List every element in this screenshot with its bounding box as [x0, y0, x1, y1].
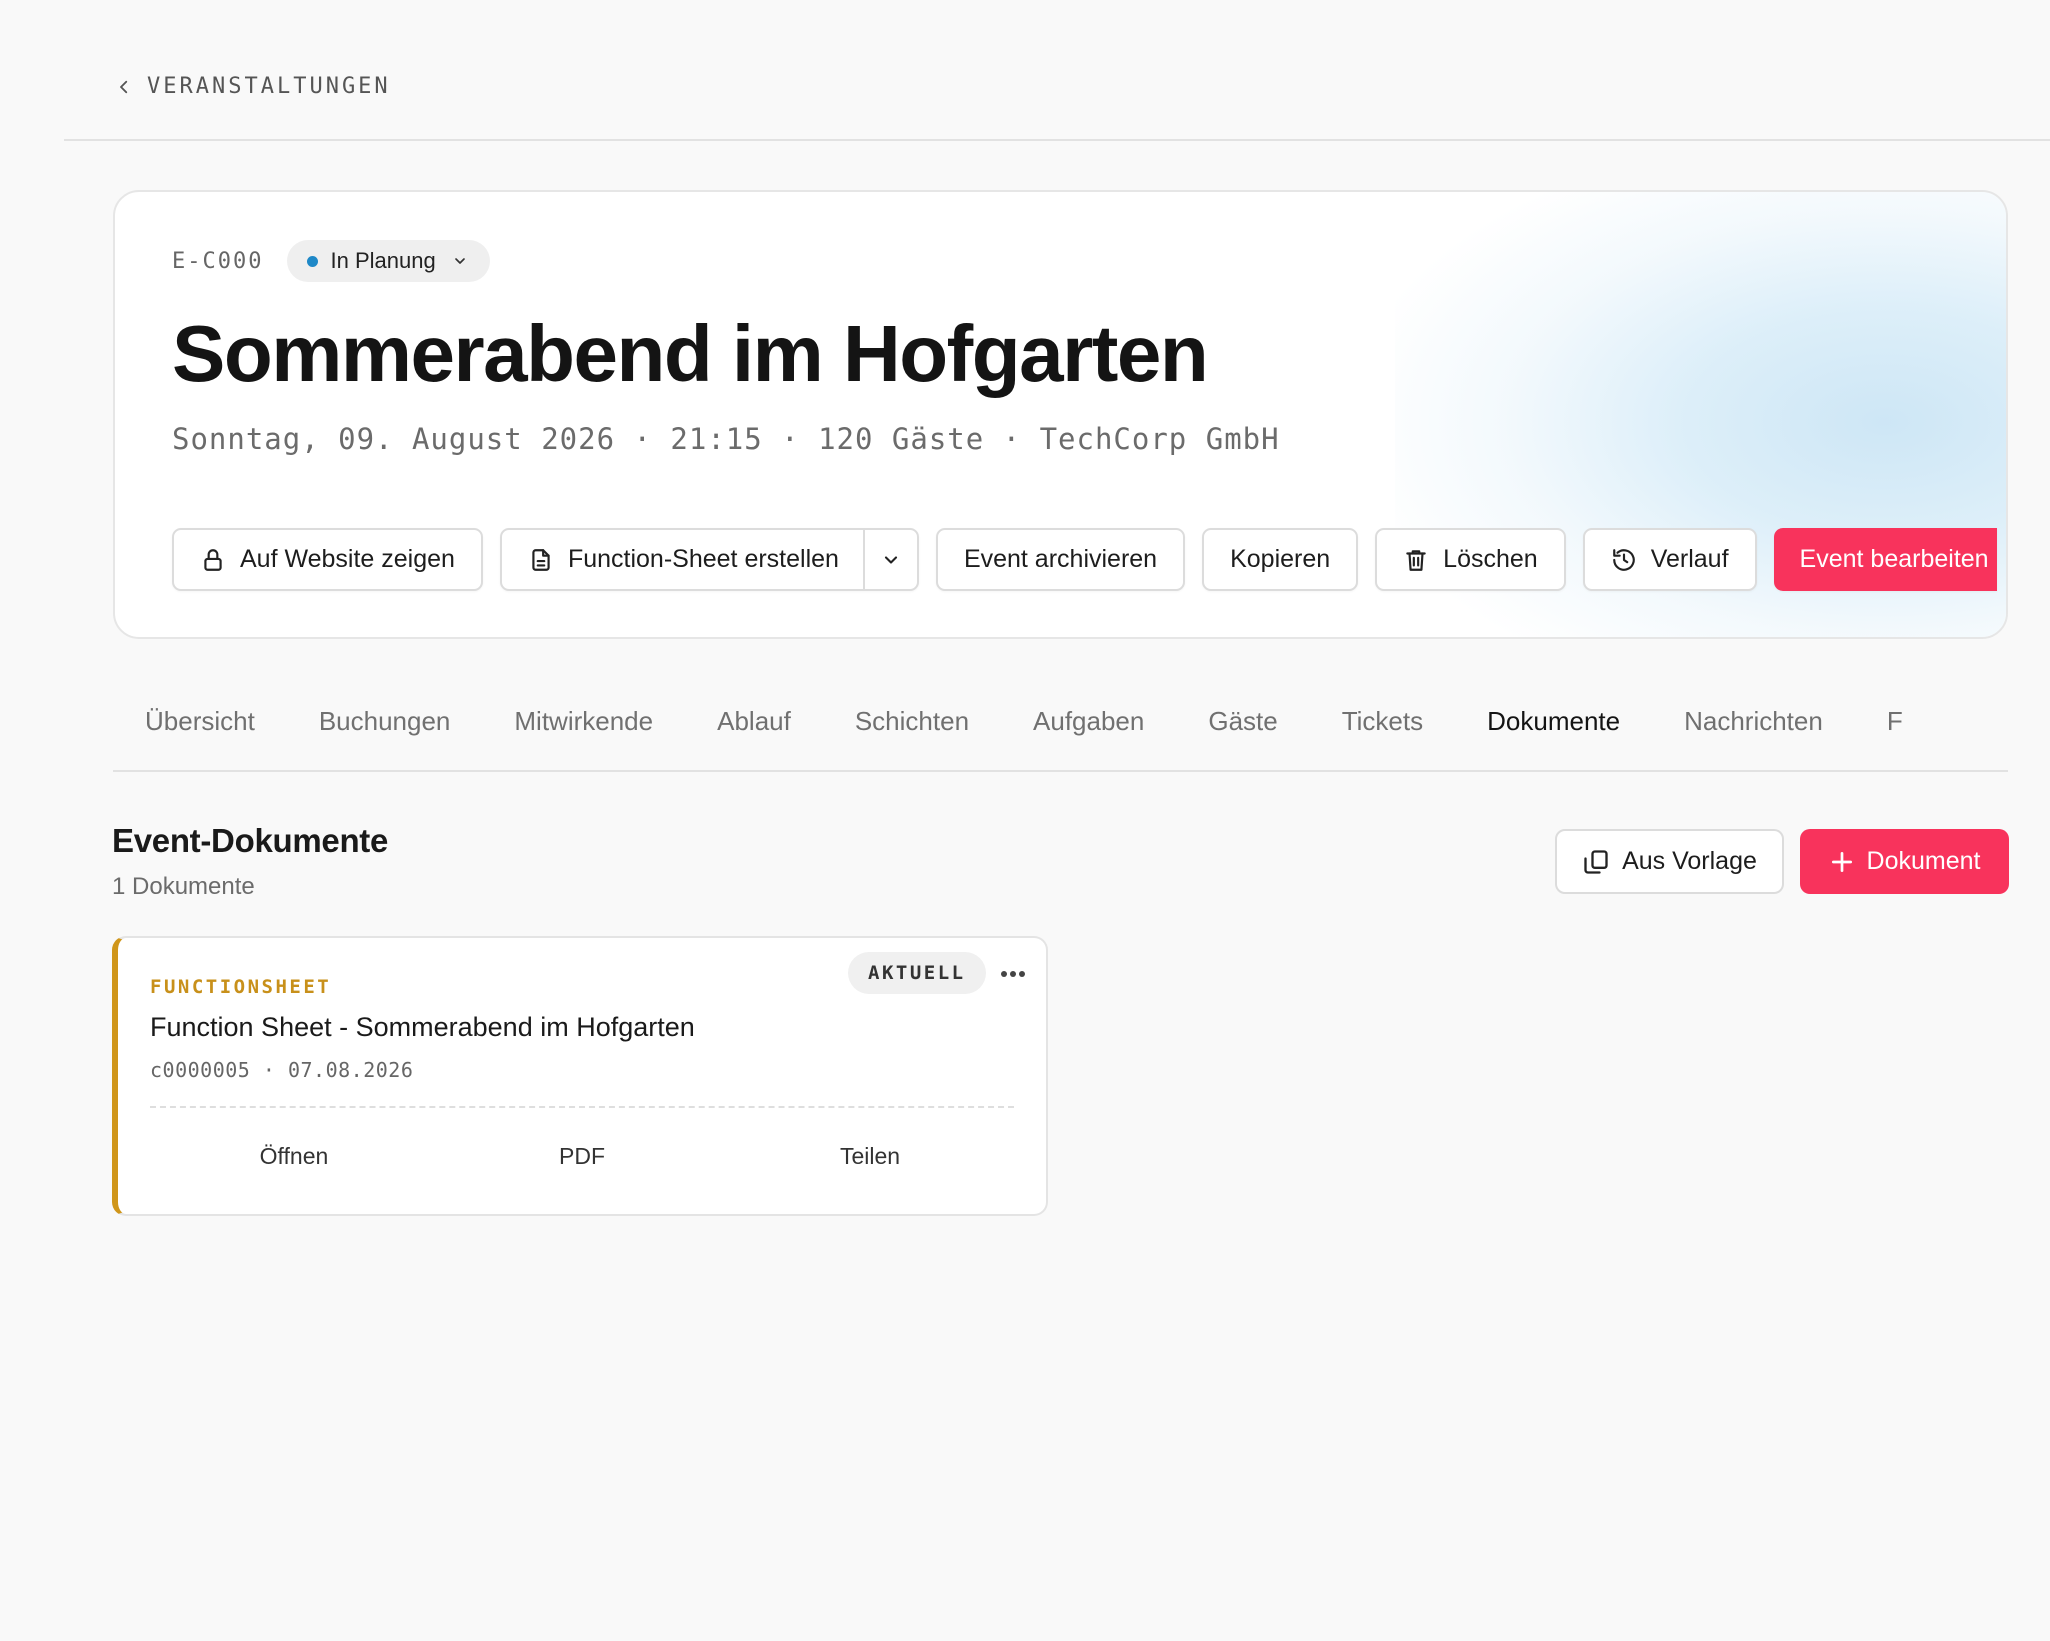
- event-hero-card: E-C000 In Planung Sommerabend im Hofgart…: [113, 190, 2008, 639]
- document-count: 1 Dokumente: [112, 873, 255, 900]
- tab-uebersicht[interactable]: Übersicht: [113, 694, 287, 770]
- document-title: Function Sheet - Sommerabend im Hofgarte…: [150, 1012, 695, 1042]
- more-options-button[interactable]: [995, 958, 1031, 990]
- create-function-sheet-label: Function-Sheet erstellen: [567, 545, 839, 573]
- document-card: FUNCTIONSHEET AKTUELL Function Sheet - S…: [112, 936, 1048, 1216]
- more-horizontal-icon: [1001, 971, 1025, 977]
- create-function-sheet-button[interactable]: Function-Sheet erstellen: [502, 530, 863, 589]
- tab-aufgaben[interactable]: Aufgaben: [1001, 694, 1176, 770]
- document-icon: [532, 548, 550, 571]
- tab-gaeste[interactable]: Gäste: [1176, 694, 1309, 770]
- tab-tickets[interactable]: Tickets: [1310, 694, 1455, 770]
- document-divider: [150, 1106, 1014, 1108]
- trash-icon: [1406, 549, 1426, 571]
- document-type: FUNCTIONSHEET: [150, 976, 332, 998]
- event-title: Sommerabend im Hofgarten: [172, 309, 1209, 398]
- chevron-down-icon: [454, 258, 465, 264]
- copy-event-button[interactable]: Kopieren: [1202, 528, 1359, 591]
- status-dot: [307, 255, 319, 267]
- breadcrumb-label: VERANSTALTUNGEN: [147, 74, 391, 99]
- edit-event-label: Event bearbeiten: [1799, 545, 1989, 573]
- share-button[interactable]: Teilen: [726, 1124, 1014, 1188]
- copy-event-label: Kopieren: [1230, 545, 1331, 573]
- tab-ablauf[interactable]: Ablauf: [685, 694, 823, 770]
- pdf-button[interactable]: PDF: [438, 1124, 726, 1188]
- delete-event-button[interactable]: Löschen: [1375, 528, 1566, 591]
- history-icon: [1612, 548, 1635, 571]
- copy-icon: [1584, 849, 1608, 874]
- document-actions: Öffnen PDF Teilen: [150, 1124, 1014, 1188]
- add-document-button[interactable]: Dokument: [1800, 829, 2009, 894]
- tab-overflow[interactable]: F: [1855, 694, 1935, 770]
- status-dropdown[interactable]: In Planung: [287, 240, 490, 282]
- tab-nachrichten[interactable]: Nachrichten: [1652, 694, 1855, 770]
- show-on-website-button[interactable]: Auf Website zeigen: [172, 528, 483, 591]
- tab-dokumente[interactable]: Dokumente: [1455, 694, 1652, 770]
- from-template-button[interactable]: Aus Vorlage: [1555, 829, 1784, 894]
- function-sheet-menu-toggle[interactable]: [862, 530, 917, 589]
- event-tabs: Übersicht Buchungen Mitwirkende Ablauf S…: [113, 694, 2008, 772]
- event-actions: Auf Website zeigen Function-Sheet erstel…: [172, 528, 1997, 591]
- section-title: Event-Dokumente: [112, 822, 389, 859]
- chevron-down-icon: [884, 555, 897, 564]
- lock-icon: [204, 548, 222, 571]
- tab-schichten[interactable]: Schichten: [823, 694, 1001, 770]
- history-label: Verlauf: [1650, 545, 1729, 573]
- edit-event-button[interactable]: Event bearbeiten: [1773, 528, 1997, 591]
- function-sheet-split-button: Function-Sheet erstellen: [499, 528, 919, 591]
- history-button[interactable]: Verlauf: [1582, 528, 1757, 591]
- status-label: In Planung: [330, 248, 436, 273]
- tab-buchungen[interactable]: Buchungen: [287, 694, 483, 770]
- plus-icon: [1831, 851, 1852, 872]
- event-id: E-C000: [172, 248, 264, 274]
- from-template-label: Aus Vorlage: [1622, 847, 1757, 875]
- chevron-left-icon: [120, 80, 128, 93]
- tab-mitwirkende[interactable]: Mitwirkende: [482, 694, 685, 770]
- open-document-button[interactable]: Öffnen: [150, 1124, 438, 1188]
- show-on-website-label: Auf Website zeigen: [240, 545, 455, 573]
- current-badge: AKTUELL: [848, 952, 986, 994]
- archive-event-label: Event archivieren: [963, 545, 1158, 573]
- document-meta: c0000005 · 07.08.2026: [150, 1058, 414, 1082]
- breadcrumb-back[interactable]: VERANSTALTUNGEN: [115, 74, 391, 99]
- header-divider: [64, 139, 2050, 141]
- archive-event-button[interactable]: Event archivieren: [935, 528, 1186, 591]
- delete-event-label: Löschen: [1443, 545, 1538, 573]
- add-document-label: Dokument: [1866, 847, 1981, 875]
- event-meta: Sonntag, 09. August 2026 · 21:15 · 120 G…: [172, 422, 1280, 456]
